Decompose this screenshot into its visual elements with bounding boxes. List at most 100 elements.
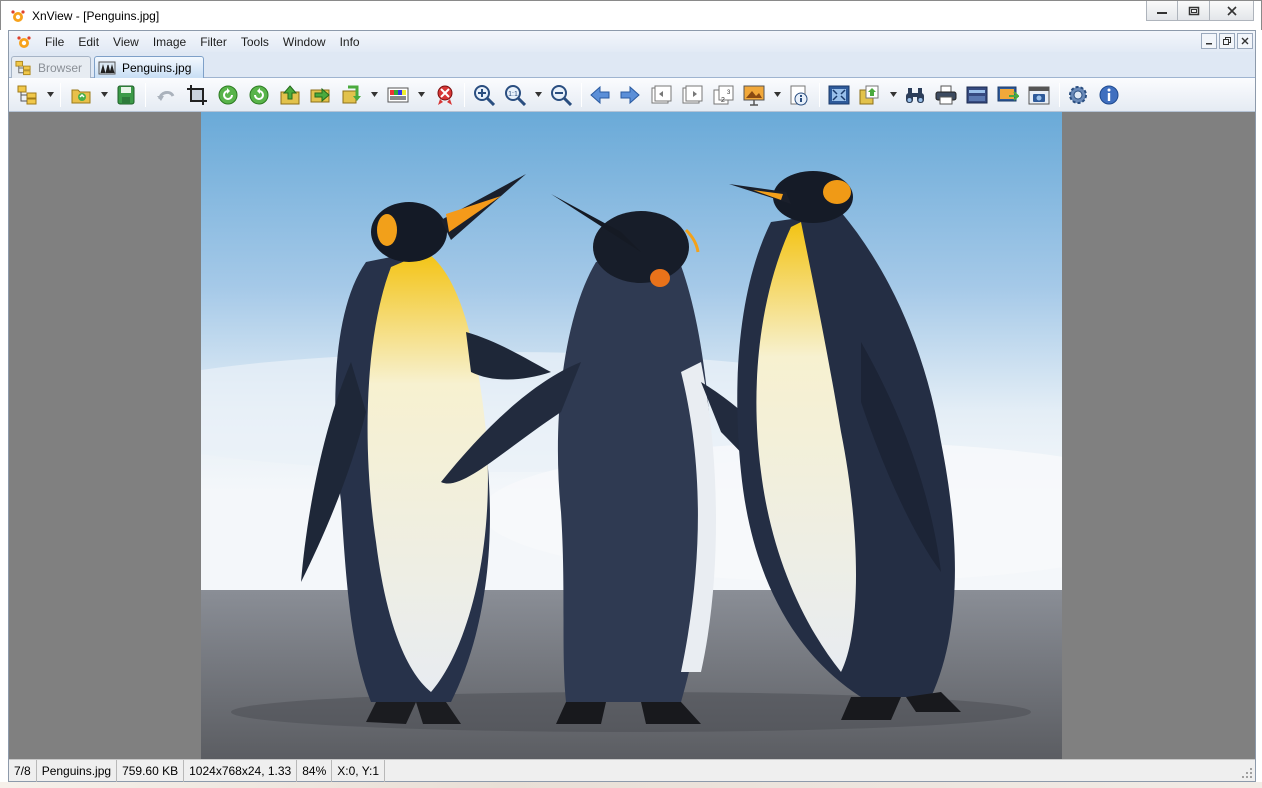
tab-browser-label: Browser — [37, 60, 82, 75]
menu-filter[interactable]: Filter — [193, 35, 234, 49]
zoom-in-button[interactable] — [473, 84, 495, 106]
first-page-icon — [651, 85, 672, 104]
slideshow-button[interactable] — [743, 84, 765, 106]
child-restore-button[interactable] — [1219, 33, 1235, 49]
move-up-icon — [280, 85, 300, 105]
chevron-down-icon[interactable] — [418, 92, 425, 98]
menu-info[interactable]: Info — [333, 35, 367, 49]
save-button[interactable] — [115, 84, 137, 106]
delete-icon — [437, 85, 453, 105]
crop-icon — [187, 85, 207, 105]
delete-button[interactable] — [434, 84, 456, 106]
page-number-icon: 23 — [713, 85, 734, 105]
tab-bar: Browser Penguins.jpg — [9, 52, 1255, 78]
previous-icon — [590, 85, 610, 105]
status-coords: X:0, Y:1 — [332, 759, 386, 782]
tab-penguins[interactable]: Penguins.jpg — [94, 56, 204, 78]
undo-button[interactable] — [155, 84, 177, 106]
status-zoom: 84% — [297, 759, 333, 782]
child-close-button[interactable] — [1237, 33, 1253, 49]
rotate-right-button[interactable] — [248, 84, 270, 106]
chevron-down-icon[interactable] — [101, 92, 108, 98]
minimize-button[interactable] — [1146, 1, 1178, 21]
close-button[interactable] — [1210, 1, 1254, 21]
xnview-menu-icon[interactable] — [16, 35, 32, 49]
menu-image[interactable]: Image — [146, 35, 193, 49]
resize-grip-icon[interactable] — [1241, 767, 1253, 779]
rotate-left-button[interactable] — [217, 84, 239, 106]
minimize-icon — [1157, 11, 1167, 14]
desktop-strip — [0, 782, 1262, 788]
close-icon — [1241, 37, 1249, 45]
settings-button[interactable] — [1067, 84, 1089, 106]
scanner-button[interactable] — [966, 84, 988, 106]
chevron-down-icon[interactable] — [890, 92, 897, 98]
save-icon — [117, 85, 135, 105]
convert-button[interactable] — [340, 84, 362, 106]
zoom-out-button[interactable] — [550, 84, 572, 106]
toolbar-separator — [60, 83, 61, 107]
svg-text:2: 2 — [721, 97, 725, 104]
info-button[interactable] — [1098, 84, 1120, 106]
chevron-down-icon[interactable] — [47, 92, 54, 98]
open-button[interactable] — [70, 84, 92, 106]
zoom-actual-icon: 1:1 — [505, 85, 526, 106]
page-number-button[interactable]: 23 — [712, 84, 734, 106]
move-up-button[interactable] — [279, 84, 301, 106]
toolbar-separator — [819, 83, 820, 107]
capture-button[interactable] — [1028, 84, 1050, 106]
previous-button[interactable] — [589, 84, 611, 106]
menu-edit[interactable]: Edit — [71, 35, 106, 49]
first-page-button[interactable] — [650, 84, 672, 106]
last-page-button[interactable] — [681, 84, 703, 106]
browser-tree-icon — [17, 85, 37, 105]
rotate-right-icon — [249, 85, 269, 105]
find-button[interactable] — [904, 84, 926, 106]
image-viewer[interactable] — [9, 112, 1255, 759]
next-button[interactable] — [619, 84, 641, 106]
print-button[interactable] — [935, 84, 957, 106]
svg-text:1:1: 1:1 — [508, 91, 518, 98]
scanner-icon — [966, 86, 988, 104]
toolbar-separator — [145, 83, 146, 107]
adjust-colors-button[interactable] — [387, 84, 409, 106]
fullscreen-button[interactable] — [828, 84, 850, 106]
menu-window[interactable]: Window — [276, 35, 333, 49]
mdi-frame: File Edit View Image Filter Tools Window… — [8, 30, 1256, 782]
window-titlebar: XnView - [Penguins.jpg] — [0, 0, 1262, 30]
close-icon — [1226, 5, 1237, 16]
menu-tools[interactable]: Tools — [234, 35, 276, 49]
chevron-down-icon[interactable] — [535, 92, 542, 98]
menu-view[interactable]: View — [106, 35, 146, 49]
browser-tree-button[interactable] — [16, 84, 38, 106]
chevron-down-icon[interactable] — [774, 92, 781, 98]
tab-browser[interactable]: Browser — [11, 56, 91, 78]
find-icon — [906, 88, 924, 103]
crop-button[interactable] — [186, 84, 208, 106]
properties-icon — [790, 85, 808, 106]
status-index: 7/8 — [9, 759, 37, 782]
move-right-button[interactable] — [309, 84, 331, 106]
maximize-button[interactable] — [1178, 1, 1210, 21]
chevron-down-icon[interactable] — [371, 92, 378, 98]
last-page-icon — [682, 85, 703, 104]
xnview-logo-icon — [11, 10, 25, 22]
set-wallpaper-button[interactable] — [997, 84, 1019, 106]
export-icon — [859, 85, 879, 105]
child-minimize-button[interactable] — [1201, 33, 1217, 49]
status-bar: 7/8 Penguins.jpg 759.60 KB 1024x768x24, … — [9, 759, 1255, 782]
restore-icon — [1223, 37, 1231, 45]
menu-file[interactable]: File — [38, 35, 71, 49]
rotate-left-icon — [218, 85, 238, 105]
fullscreen-icon — [828, 85, 850, 105]
image-thumbnail-icon — [98, 61, 116, 74]
properties-button[interactable] — [788, 84, 810, 106]
status-dimensions: 1024x768x24, 1.33 — [184, 759, 298, 782]
print-icon — [935, 85, 957, 105]
toolbar-separator — [1059, 83, 1060, 107]
zoom-actual-button[interactable]: 1:1 — [504, 84, 526, 106]
settings-icon — [1069, 86, 1087, 104]
export-button[interactable] — [858, 84, 880, 106]
convert-icon — [342, 85, 361, 104]
open-folder-icon — [71, 89, 91, 104]
